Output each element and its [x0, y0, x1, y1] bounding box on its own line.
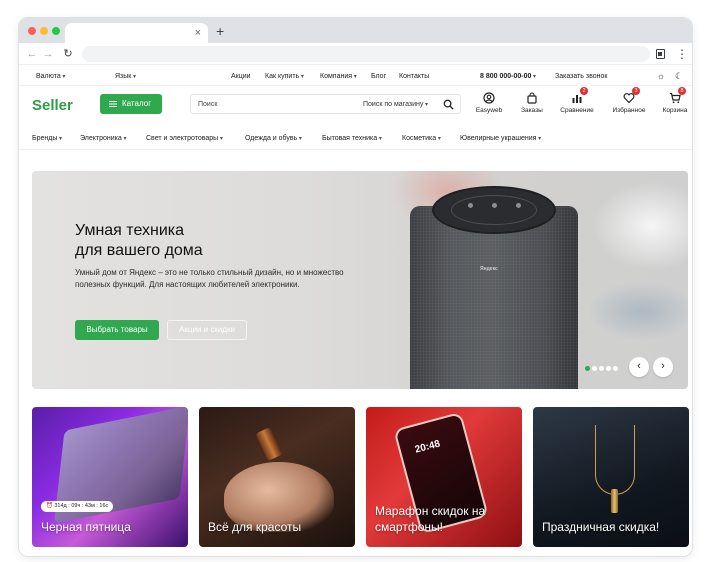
maximize-window-icon[interactable] [52, 27, 60, 35]
slider-dot[interactable] [606, 366, 611, 371]
cart-badge: 8 [678, 87, 686, 95]
promo-card-holiday[interactable]: Праздничная скидка! [533, 407, 689, 547]
hero-banner: Умная техника для вашего дома Умный дом … [32, 171, 688, 389]
slider-dot[interactable] [613, 366, 618, 371]
favorites-link[interactable]: 3 Избранное [609, 87, 649, 115]
account-label: Easyweb [475, 107, 503, 114]
chart-icon: 2 [571, 87, 588, 103]
category-jewelry[interactable]: Ювелирные украшения [460, 134, 541, 144]
category-nav: Бренды Электроника Свет и электротовары … [19, 126, 692, 150]
promo-card-black-friday[interactable]: ⏰ 314д : 09ч : 43м : 16с Черная пятница [32, 407, 188, 547]
slider-prev-button[interactable]: ‹ [629, 357, 649, 377]
necklace-chain-image [595, 425, 635, 495]
speaker-button [516, 203, 521, 208]
hero-description: Умный дом от Яндекс – это не только стил… [75, 268, 344, 289]
slider-dot[interactable] [599, 366, 604, 371]
speaker-ring [451, 195, 537, 225]
compare-label: Сравнение [560, 107, 594, 114]
pendant-image [611, 489, 618, 513]
countdown-timer: ⏰ 314д : 09ч : 43м : 16с [41, 501, 114, 512]
top-link-blog[interactable]: Блог [371, 72, 386, 81]
search-icon[interactable] [443, 99, 454, 110]
site-header: Seller Каталог Поиск по магазину Easyweb [19, 86, 692, 126]
search-scope-select[interactable]: Поиск по магазину [363, 100, 428, 110]
promo-card-title: Марафон скидок на смартфоны! [375, 504, 486, 534]
browser-tab[interactable]: × [65, 23, 208, 43]
search-bar: Поиск по магазину [190, 94, 461, 114]
phone-clock: 20:48 [413, 438, 442, 456]
phone-number[interactable]: 8 800 000-00-00 [480, 72, 536, 82]
hero-background-plant [587, 281, 688, 341]
top-link-company[interactable]: Компания [320, 72, 357, 82]
user-icon [483, 91, 495, 104]
category-appliances[interactable]: Бытовая техника [322, 134, 382, 144]
search-input[interactable] [198, 95, 358, 113]
reload-icon[interactable]: ↻ [61, 46, 75, 62]
smart-speaker-image: Яндекс [410, 186, 578, 389]
category-brands[interactable]: Бренды [32, 134, 62, 144]
cart-link[interactable]: 8 Корзина [655, 87, 692, 115]
callback-link[interactable]: Заказать звонок [555, 72, 607, 81]
new-tab-button[interactable]: + [216, 23, 224, 39]
hero-background-window [592, 181, 688, 271]
slider-dot[interactable] [585, 366, 590, 371]
favorites-label: Избранное [612, 107, 646, 114]
speaker-button [468, 203, 473, 208]
address-bar[interactable] [82, 46, 650, 62]
cart-label: Корзина [662, 107, 688, 114]
orders-link[interactable]: Заказы [512, 91, 552, 115]
category-lighting[interactable]: Свет и электротовары [146, 134, 223, 144]
cart-icon: 8 [669, 87, 686, 104]
minimize-window-icon[interactable] [40, 27, 48, 35]
category-clothing[interactable]: Одежда и обувь [245, 134, 302, 144]
heart-icon: 3 [623, 87, 640, 104]
sun-icon[interactable]: ☼ [655, 72, 667, 84]
clipboard-icon[interactable] [656, 49, 665, 59]
back-arrow-icon[interactable]: ← [25, 46, 39, 62]
close-window-icon[interactable] [28, 27, 36, 35]
favorites-badge: 3 [632, 87, 640, 95]
speaker-logo: Яндекс [480, 266, 498, 272]
browser-tab-bar: × + [19, 18, 692, 43]
hero-title: Умная техника для вашего дома [75, 222, 203, 259]
account-link[interactable]: Easyweb [469, 91, 509, 115]
language-selector[interactable]: Язык [115, 72, 136, 82]
category-cosmetics[interactable]: Косметика [402, 134, 441, 144]
speaker-top [432, 186, 556, 234]
tab-close-icon[interactable]: × [195, 26, 201, 40]
promo-card-title: Черная пятница [41, 520, 131, 534]
category-electronics[interactable]: Электроника [80, 134, 126, 144]
perfume-bottle-image [255, 427, 283, 461]
catalog-button[interactable]: Каталог [100, 94, 162, 114]
bag-icon [526, 91, 538, 104]
promo-card-smartphones[interactable]: 20:48 Марафон скидок на смартфоны! [366, 407, 522, 547]
slider-dot[interactable] [592, 366, 597, 371]
orders-label: Заказы [521, 107, 543, 114]
speaker-button [492, 203, 497, 208]
web-page: Валюта Язык Акции Как купить Компания Бл… [19, 66, 692, 556]
compare-badge: 2 [580, 87, 588, 95]
promotions-button[interactable]: Акции и скидки [167, 320, 247, 340]
forward-arrow-icon[interactable]: → [41, 46, 55, 62]
catalog-button-label: Каталог [122, 99, 152, 108]
currency-selector[interactable]: Валюта [36, 72, 65, 82]
moon-icon[interactable]: ☾ [673, 72, 685, 84]
promo-card-title: Всё для красоты [208, 520, 302, 534]
compare-link[interactable]: 2 Сравнение [557, 87, 597, 115]
more-menu-icon[interactable]: ⋮ [676, 46, 688, 62]
browser-window: × + ← → ↻ ⋮ Валюта Язык Акции Как купить… [18, 17, 693, 557]
top-link-how-to-buy[interactable]: Как купить [265, 72, 304, 82]
promo-card-title: Праздничная скидка! [542, 520, 660, 534]
choose-products-button[interactable]: Выбрать товары [75, 320, 159, 340]
promo-cards: ⏰ 314д : 09ч : 43м : 16с Черная пятница … [32, 407, 689, 547]
top-link-contacts[interactable]: Контакты [399, 72, 429, 81]
menu-icon [109, 101, 117, 103]
promo-card-beauty[interactable]: Всё для красоты [199, 407, 355, 547]
slider-next-button[interactable]: › [653, 357, 673, 377]
top-link-promo[interactable]: Акции [231, 72, 251, 81]
top-bar: Валюта Язык Акции Как купить Компания Бл… [19, 66, 692, 86]
site-logo[interactable]: Seller [32, 97, 73, 115]
browser-toolbar: ← → ↻ ⋮ [19, 43, 692, 65]
